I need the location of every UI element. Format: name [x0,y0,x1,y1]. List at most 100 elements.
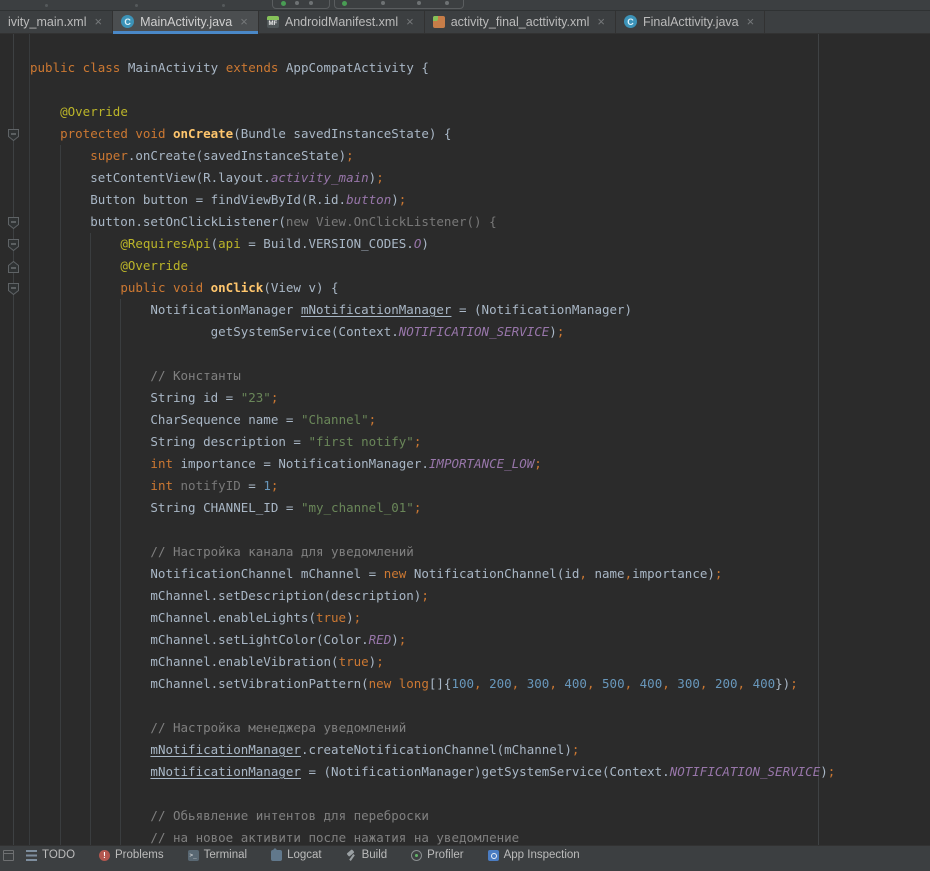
code-line: String description = "first notify"; [0,431,930,453]
code-line: button.setOnClickListener(new View.OnCli… [0,211,930,233]
fold-marker-icon[interactable] [8,128,19,146]
code-line: Button button = findViewById(R.id.button… [0,189,930,211]
tool-window-button-app-inspection[interactable]: App Inspection [488,849,580,861]
tab-label: ivity_main.xml [8,15,87,29]
fold-marker-icon[interactable] [8,260,19,278]
build-icon [346,850,357,861]
code-line: @RequiresApi(api = Build.VERSION_CODES.O… [0,233,930,255]
widget-glyph-icon [445,1,449,5]
tool-window-button-logcat[interactable]: Logcat [271,849,322,861]
code-line: // Константы [0,365,930,387]
code-line: mChannel.setDescription(description); [0,585,930,607]
close-tab-icon[interactable]: × [240,15,248,28]
code-line: int importance = NotificationManager.IMP… [0,453,930,475]
editor-tab-bar: ivity_main.xml × C MainActivity.java × MF Andr… [0,10,930,34]
run-status-dot-icon [342,1,347,6]
close-tab-icon[interactable]: × [747,15,755,28]
android-studio-window: { "tabs": [ {"label":"ivity_main.xml","i… [0,0,930,855]
java-class-icon: C [121,15,134,28]
code-line: mChannel.setVibrationPattern(new long[]{… [0,673,930,695]
code-line: super.onCreate(savedInstanceState); [0,145,930,167]
code-line: // Настройка менеджера уведомлений [0,717,930,739]
manifest-file-icon: MF [267,16,279,28]
tool-window-label: Profiler [427,849,463,861]
code-line: mChannel.setLightColor(Color.RED); [0,629,930,651]
manifest-glyph: MF [269,20,278,28]
code-line: String CHANNEL_ID = "my_channel_01"; [0,497,930,519]
editor-tab[interactable]: ivity_main.xml × [0,10,113,33]
code-line: CharSequence name = "Channel"; [0,409,930,431]
code-line [0,783,930,805]
code-line: protected void onCreate(Bundle savedInst… [0,123,930,145]
code-line: NotificationManager mNotificationManager… [0,299,930,321]
tool-window-bar: TODO! Problems >_ Terminal Logcat Build Profil… [0,845,930,871]
code-line [0,79,930,101]
code-line [0,695,930,717]
device-status-dot-icon [281,1,286,6]
code-line: mNotificationManager.createNotificationC… [0,739,930,761]
code-line: NotificationChannel mChannel = new Notif… [0,563,930,585]
app-inspection-icon [488,850,499,861]
code-line: // Обьявление интентов для переброски [0,805,930,827]
fold-marker-icon[interactable] [8,216,19,234]
code-lines: public class MainActivity extends AppCom… [0,57,930,849]
fold-marker-icon[interactable] [8,238,19,256]
run-configuration-widget[interactable] [334,0,464,9]
widget-glyph-icon [417,1,421,5]
todo-icon [26,850,37,861]
fold-marker-icon[interactable] [8,282,19,300]
tool-window-button-todo[interactable]: TODO [26,849,75,861]
code-line: mNotificationManager = (NotificationMana… [0,761,930,783]
tool-window-button-problems[interactable]: ! Problems [99,849,164,861]
code-line: int notifyID = 1; [0,475,930,497]
tab-label: MainActivity.java [140,15,232,29]
tab-label: activity_final_acttivity.xml [451,15,590,29]
toolbar-icon [45,4,48,7]
editor-tab[interactable]: C FinalActtivity.java × [616,10,765,33]
tool-window-layout-icon[interactable] [3,850,14,861]
java-class-icon: C [624,15,637,28]
editor-tab[interactable]: C MainActivity.java × [113,10,259,33]
profiler-icon [411,850,422,861]
editor-tab[interactable]: MF AndroidManifest.xml × [259,10,425,33]
tool-window-label: Build [362,849,388,861]
code-line: mChannel.enableVibration(true); [0,651,930,673]
code-line: @Override [0,101,930,123]
logcat-icon [271,850,282,861]
tool-window-label: App Inspection [504,849,580,861]
tool-window-label: TODO [42,849,75,861]
run-device-widget[interactable] [272,0,330,9]
editor-tab[interactable]: activity_final_acttivity.xml × [425,10,616,33]
tool-window-button-terminal[interactable]: >_ Terminal [188,849,247,861]
code-line: public class MainActivity extends AppCom… [0,57,930,79]
toolbar-icon [135,4,138,7]
close-tab-icon[interactable]: × [597,15,605,28]
code-line: String id = "23"; [0,387,930,409]
problems-icon: ! [99,850,110,861]
main-toolbar [0,0,930,11]
tool-window-button-build[interactable]: Build [346,849,388,861]
close-tab-icon[interactable]: × [406,15,414,28]
terminal-icon: >_ [188,850,199,861]
code-line: @Override [0,255,930,277]
tool-window-label: Logcat [287,849,322,861]
code-line [0,519,930,541]
tab-label: FinalActtivity.java [643,15,739,29]
layout-file-icon [433,16,445,28]
code-line: // Настройка канала для уведомлений [0,541,930,563]
toolbar-icon [222,4,225,7]
code-editor[interactable]: public class MainActivity extends AppCom… [0,34,930,845]
widget-glyph-icon [295,1,299,5]
code-line: getSystemService(Context.NOTIFICATION_SE… [0,321,930,343]
tool-window-label: Problems [115,849,164,861]
code-line: mChannel.enableLights(true); [0,607,930,629]
code-line [0,343,930,365]
tool-window-button-profiler[interactable]: Profiler [411,849,463,861]
code-line: setContentView(R.layout.activity_main); [0,167,930,189]
tab-label: AndroidManifest.xml [285,15,398,29]
code-line: public void onClick(View v) { [0,277,930,299]
widget-glyph-icon [381,1,385,5]
widget-glyph-icon [309,1,313,5]
close-tab-icon[interactable]: × [95,15,103,28]
tool-window-label: Terminal [204,849,247,861]
